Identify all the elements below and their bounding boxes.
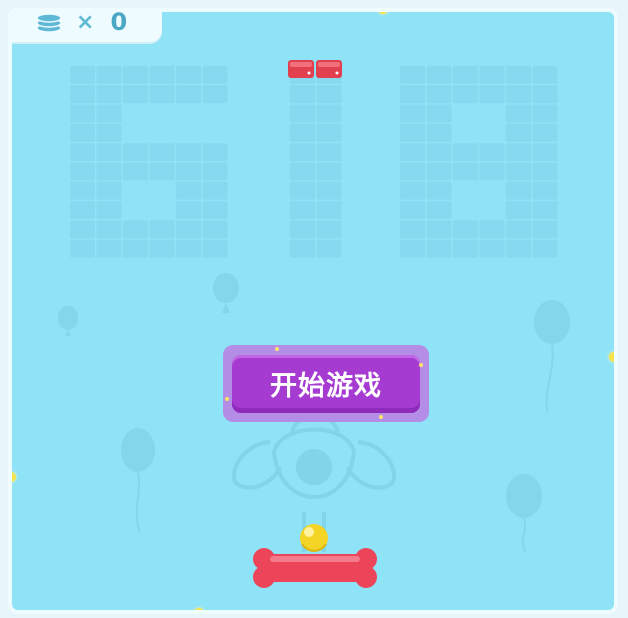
coin-count: 0 — [110, 8, 128, 36]
game-board[interactable]: 开始游戏 × 0 — [8, 8, 618, 614]
coin-counter: × 0 — [12, 8, 162, 42]
sparkle-dot — [609, 352, 614, 362]
sparkle-dot — [379, 415, 383, 419]
coin-stack-icon — [36, 13, 62, 33]
bone-paddle[interactable] — [12, 12, 614, 610]
sparkle-dot — [419, 363, 423, 367]
sparkle-dot — [225, 397, 229, 401]
start-game-button[interactable]: 开始游戏 — [223, 345, 429, 422]
start-game-label: 开始游戏 — [232, 354, 420, 413]
sparkle-dot — [275, 347, 279, 351]
sparkle-dot — [194, 608, 204, 610]
multiplier-sign: × — [76, 9, 95, 35]
